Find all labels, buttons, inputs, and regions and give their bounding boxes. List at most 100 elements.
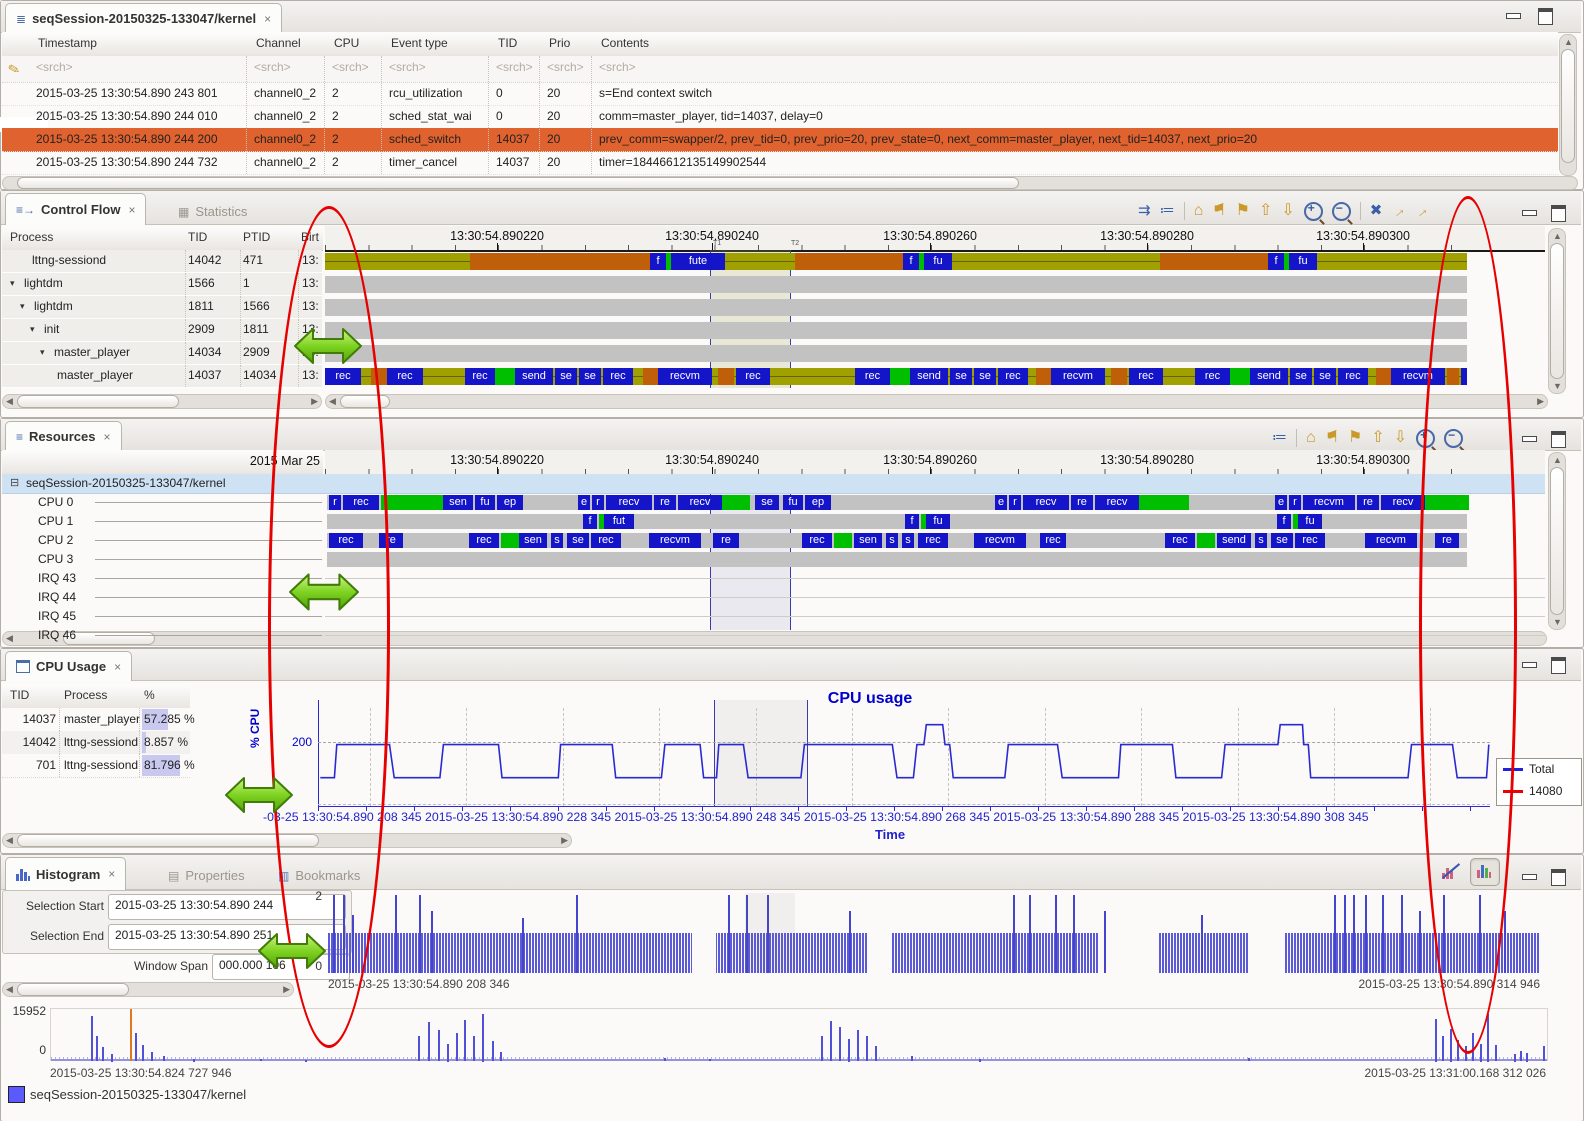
state-recv[interactable]: recv (606, 495, 652, 510)
expand-arrow-icon[interactable]: ▾ (10, 278, 15, 289)
state-rec[interactable]: rec (469, 533, 499, 548)
tree-horizontal-scrollbar[interactable]: ◀▶ (2, 394, 322, 409)
col-cpu[interactable]: CPU (334, 36, 359, 50)
state-e[interactable]: e (578, 495, 590, 510)
state-fu[interactable]: fu (924, 253, 952, 270)
histogram-full-chart[interactable] (50, 1008, 1548, 1061)
col-contents[interactable]: Contents (601, 36, 649, 50)
histogram-window-chart[interactable] (328, 893, 1540, 973)
maximize-button[interactable] (1538, 8, 1553, 25)
state-segment[interactable] (501, 533, 519, 548)
table-row[interactable]: 2015-03-25 13:30:54.890 244 732channel0_… (2, 151, 1558, 175)
col-process[interactable]: Process (10, 230, 53, 244)
state-segment[interactable] (1197, 533, 1215, 548)
state-se[interactable]: se (950, 368, 972, 385)
minimize-button[interactable] (1506, 13, 1521, 19)
next-marker-icon[interactable]: ⚑ (1236, 202, 1250, 220)
close-icon[interactable]: × (128, 203, 135, 217)
home-icon[interactable]: ⌂ (1194, 202, 1204, 220)
filter-cell-tid[interactable]: <srch> (496, 60, 543, 78)
state-e[interactable]: e (995, 495, 1007, 510)
scroll-up-icon[interactable]: ▲ (1564, 37, 1573, 47)
state-re[interactable]: re (1071, 495, 1093, 510)
process-tree-row[interactable]: ▾init2909181113: (2, 319, 322, 342)
tab-histogram[interactable]: Histogram × (5, 857, 126, 890)
col-timestamp[interactable]: Timestamp (38, 36, 97, 50)
process-tree-row[interactable]: ▾master_player14034290913: (2, 342, 322, 365)
close-icon[interactable]: × (108, 867, 115, 881)
state-se[interactable]: se (555, 368, 577, 385)
state-segment[interactable] (1376, 368, 1391, 385)
state-recv[interactable]: recv (678, 495, 722, 510)
zoom-in-icon[interactable]: + (1304, 202, 1323, 221)
state-rec[interactable]: rec (1195, 368, 1230, 385)
resource-label[interactable]: CPU 1 (38, 514, 73, 528)
state-s[interactable]: s (902, 533, 914, 548)
state-recvm[interactable]: recvm (658, 368, 712, 385)
state-bar[interactable] (327, 552, 1467, 567)
state-segment[interactable] (1036, 368, 1051, 385)
state-sen[interactable]: sen (854, 533, 882, 548)
state-re[interactable]: re (654, 495, 676, 510)
close-icon[interactable]: × (104, 430, 111, 444)
state-f[interactable]: f (1268, 253, 1284, 270)
state-bar[interactable] (325, 345, 1467, 362)
optimize-icon[interactable]: ⇉ (1138, 202, 1151, 220)
state-segment[interactable] (1111, 368, 1127, 385)
state-recv[interactable]: recv (1023, 495, 1069, 510)
control-flow-vertical-scrollbar[interactable]: ▲▼ (1548, 228, 1566, 394)
filter-cell-prio[interactable]: <srch> (547, 60, 595, 78)
state-ep[interactable]: ep (805, 495, 831, 510)
state-segment[interactable] (381, 495, 443, 510)
resource-label[interactable]: IRQ 46 (38, 628, 76, 642)
follow-cpu-backward-icon[interactable]: → (1387, 200, 1409, 223)
show-view-filters-icon[interactable]: ≔ (1272, 429, 1287, 447)
state-rec[interactable]: rec (1165, 533, 1195, 548)
tab-properties[interactable]: ▤ Properties (158, 862, 255, 889)
state-rec[interactable]: rec (1129, 368, 1163, 385)
state-send[interactable]: send (515, 368, 553, 385)
cpu-usage-table-header[interactable]: TID Process % (2, 684, 190, 709)
state-se[interactable]: se (755, 495, 779, 510)
state-segment[interactable] (1139, 495, 1189, 510)
previous-marker-icon[interactable]: ⚑ (1212, 202, 1226, 220)
hide-arrows-icon[interactable]: ✖ (1370, 202, 1383, 220)
state-e[interactable]: e (1275, 495, 1287, 510)
events-vertical-scrollbar[interactable]: ▲ (1559, 34, 1577, 176)
state-sen[interactable]: sen (443, 495, 473, 510)
resource-label[interactable]: CPU 0 (38, 495, 73, 509)
move-up-icon[interactable]: ⇧ (1371, 429, 1384, 447)
state-sen[interactable]: sen (519, 533, 547, 548)
resources-horizontal-scrollbar[interactable]: ◀ (2, 631, 1547, 646)
col-event-type[interactable]: Event type (391, 36, 448, 50)
resource-label[interactable]: IRQ 45 (38, 609, 76, 623)
process-tree-row[interactable]: master_player140371403413: (2, 365, 322, 388)
state-r[interactable]: r (592, 495, 604, 510)
state-s[interactable]: s (1255, 533, 1267, 548)
show-view-filters-icon[interactable]: ≔ (1160, 202, 1175, 220)
move-down-icon[interactable]: ⇩ (1394, 429, 1407, 447)
state-rec[interactable]: rec (387, 368, 423, 385)
state-r[interactable]: r (1009, 495, 1021, 510)
follow-cpu-forward-icon[interactable]: → (1410, 200, 1432, 223)
tab-events-table[interactable]: ≣ seqSession-20150325-133047/kernel × (5, 3, 282, 33)
state-se[interactable]: se (579, 368, 601, 385)
state-fu[interactable]: fu (926, 514, 950, 529)
col-process[interactable]: Process (64, 688, 107, 702)
state-recvm[interactable]: recvm (649, 533, 701, 548)
state-rec[interactable]: rec (855, 368, 890, 385)
state-segment[interactable] (470, 253, 650, 270)
state-bar[interactable] (325, 299, 1467, 316)
filter-cell-cpu[interactable]: <srch> (332, 60, 385, 78)
maximize-button[interactable] (1551, 869, 1566, 886)
resource-label[interactable]: CPU 2 (38, 533, 73, 547)
histogram-horizontal-scrollbar[interactable]: ◀▶ (2, 982, 294, 997)
resources-vertical-scrollbar[interactable]: ▲▼ (1548, 452, 1566, 630)
events-horizontal-scrollbar[interactable] (2, 176, 1578, 190)
state-recvm[interactable]: recvm (1051, 368, 1105, 385)
state-f[interactable]: f (650, 253, 666, 270)
state-segment[interactable] (643, 368, 658, 385)
state-rec[interactable]: rec (465, 368, 495, 385)
minimize-button[interactable] (1522, 662, 1537, 668)
state-se[interactable]: se (1271, 533, 1293, 548)
